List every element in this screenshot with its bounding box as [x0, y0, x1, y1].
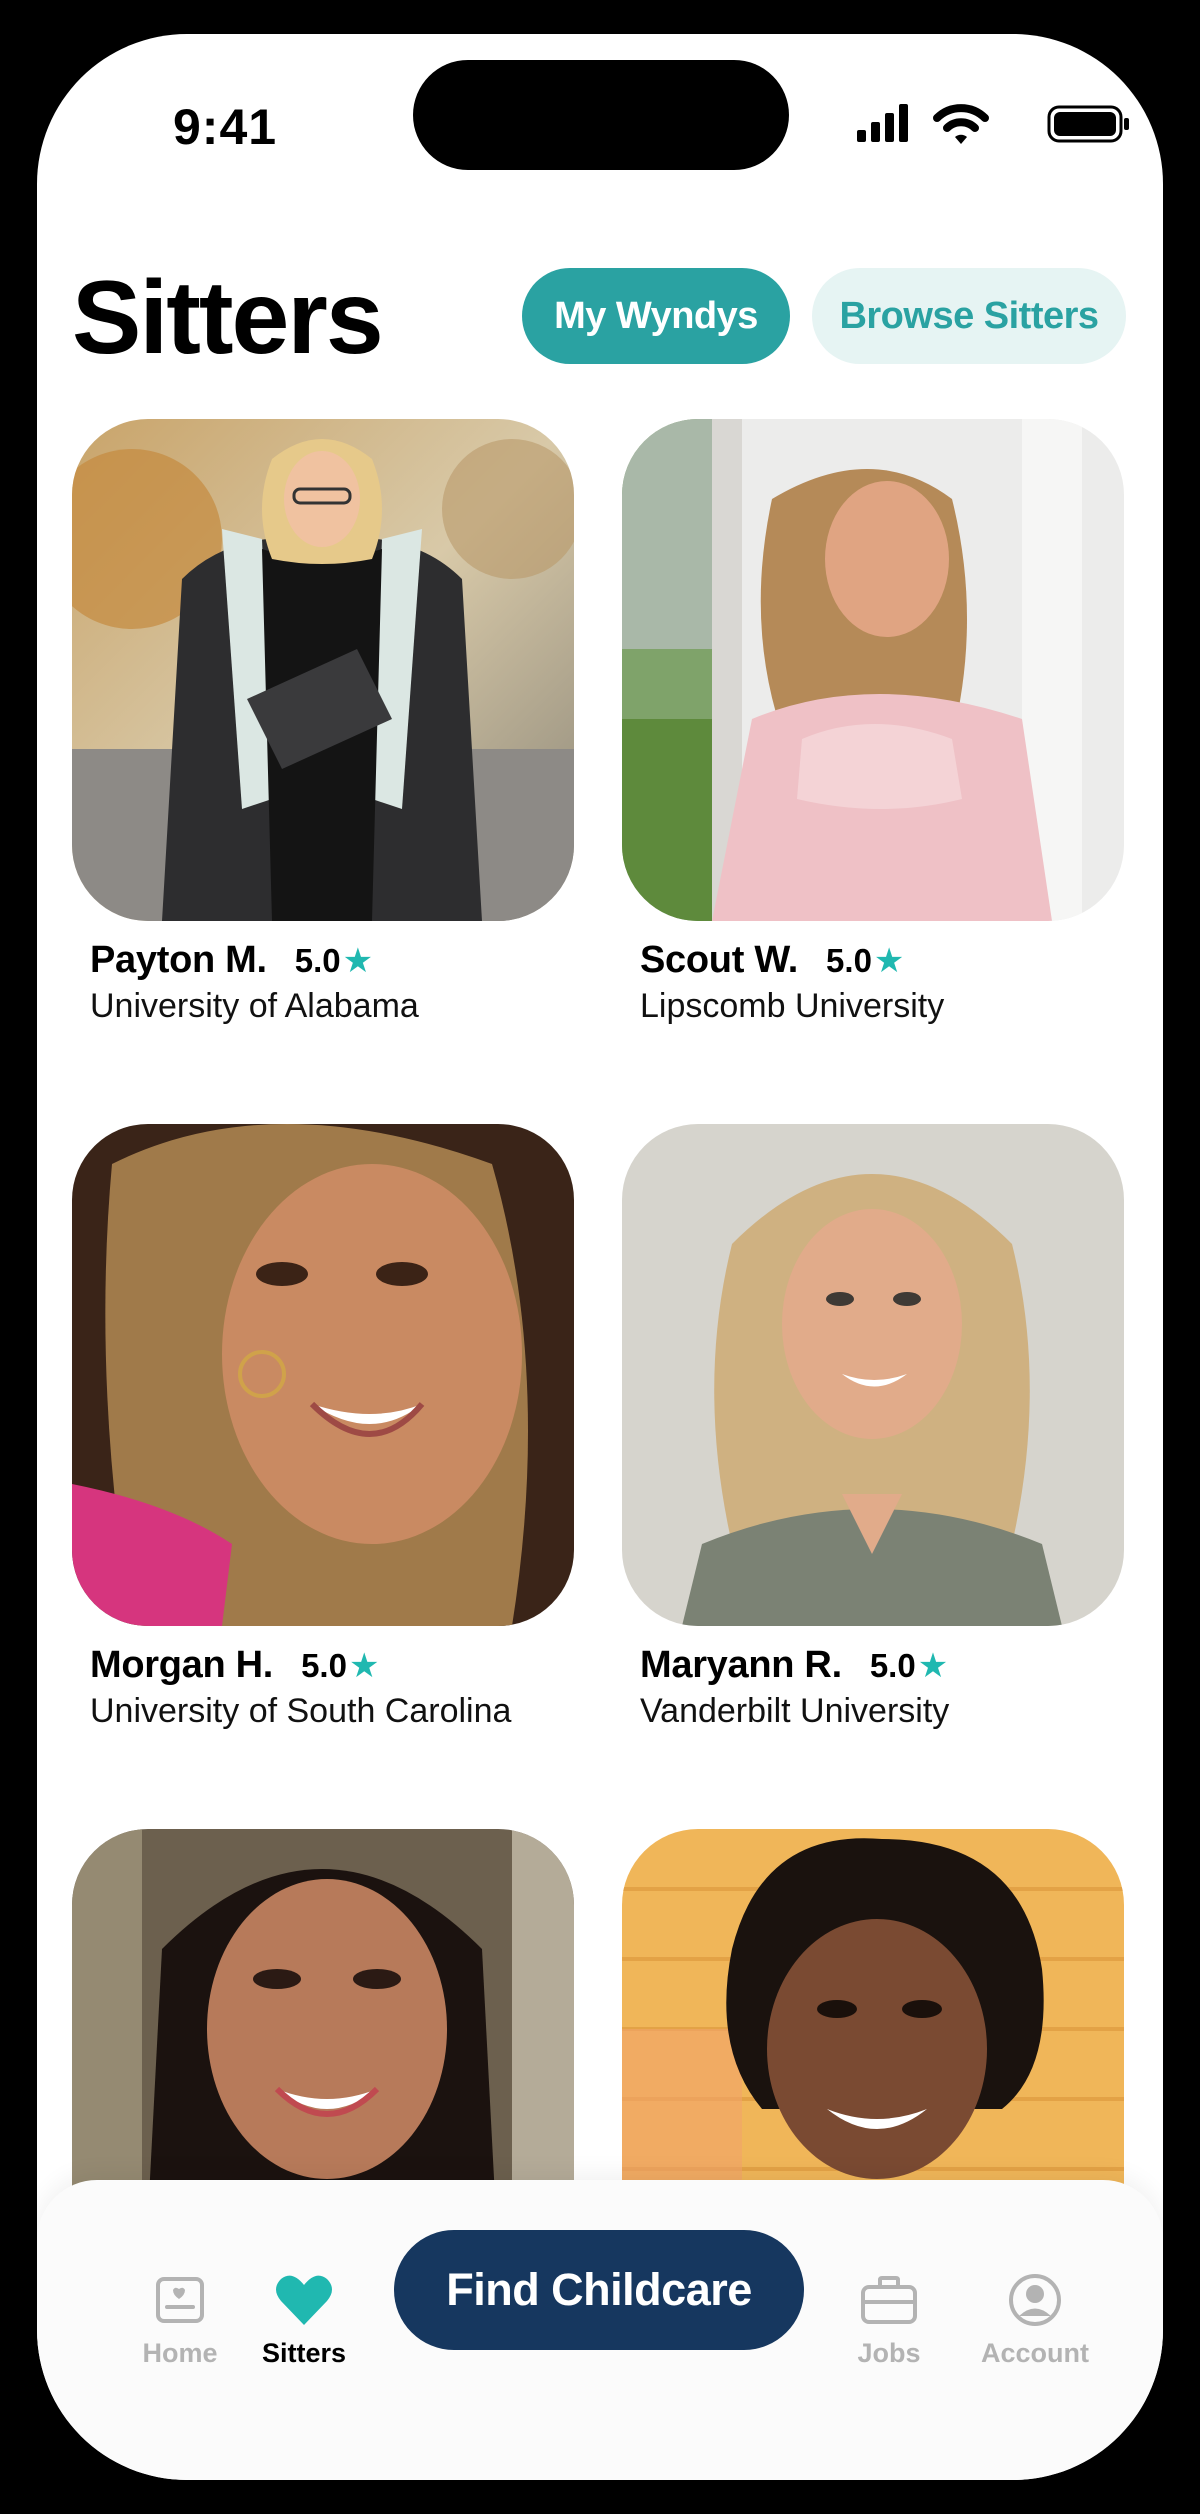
- sitter-rating: 5.0: [301, 1647, 347, 1684]
- sitter-name: Payton M.: [90, 939, 267, 981]
- battery-icon: [1047, 105, 1129, 143]
- sitter-card[interactable]: Payton M. 5.0 ★ University of Alabama: [72, 419, 574, 1025]
- tab-sitters[interactable]: Sitters: [229, 2270, 379, 2369]
- sitter-name-row: Scout W. 5.0 ★: [640, 939, 904, 982]
- sitter-school: University of South Carolina: [90, 1692, 512, 1730]
- sitter-card[interactable]: Morgan H. 5.0 ★ University of South Caro…: [72, 1124, 574, 1730]
- tab-my-wyndys[interactable]: My Wyndys: [522, 268, 790, 364]
- sitter-name: Maryann R.: [640, 1644, 842, 1686]
- wifi-icon: [933, 104, 989, 144]
- sitter-name-row: Payton M. 5.0 ★: [90, 939, 373, 982]
- bottom-tab-bar: Home Sitters Find Childcare Jobs Account: [37, 2180, 1163, 2480]
- status-time: 9:41: [173, 99, 278, 155]
- sitter-photo: [622, 1124, 1124, 1626]
- sitter-name-row: Morgan H. 5.0 ★: [90, 1644, 379, 1687]
- sitter-school: Vanderbilt University: [640, 1692, 950, 1730]
- sitter-name: Morgan H.: [90, 1644, 274, 1686]
- dynamic-island: [413, 60, 789, 170]
- heart-icon: [229, 2270, 379, 2330]
- sitter-rating: 5.0: [294, 942, 341, 979]
- tab-jobs[interactable]: Jobs: [814, 2270, 964, 2369]
- sitter-card[interactable]: Maryann R. 5.0 ★ Vanderbilt University: [622, 1124, 1124, 1730]
- find-childcare-button[interactable]: Find Childcare: [394, 2230, 804, 2350]
- sitter-name-row: Maryann R. 5.0 ★: [640, 1644, 948, 1687]
- briefcase-icon: [814, 2270, 964, 2330]
- tab-account[interactable]: Account: [960, 2270, 1110, 2369]
- tab-label: Account: [981, 2338, 1089, 2368]
- tab-label: Sitters: [261, 2338, 347, 2368]
- phone-screen: 9:41 Sitters My Wyndys Browse Sitters Pa…: [37, 34, 1163, 2480]
- tab-label: Jobs: [857, 2338, 921, 2368]
- star-icon: ★: [873, 942, 905, 980]
- star-icon: ★: [342, 942, 374, 980]
- sitter-card[interactable]: Scout W. 5.0 ★ Lipscomb University: [622, 419, 1124, 1025]
- sitter-name: Scout W.: [640, 939, 799, 981]
- sitter-school: Lipscomb University: [640, 987, 945, 1025]
- sitter-photo: [72, 1124, 574, 1626]
- tab-browse-sitters[interactable]: Browse Sitters: [812, 268, 1126, 364]
- star-icon: ★: [348, 1647, 380, 1685]
- sitter-rating: 5.0: [869, 1647, 916, 1684]
- page-title: Sitters: [72, 260, 384, 376]
- sitter-photo: [72, 419, 574, 921]
- sitter-rating: 5.0: [826, 942, 872, 979]
- star-icon: ★: [917, 1647, 949, 1685]
- cellular-signal-icon: [857, 104, 908, 142]
- sitter-photo: [622, 419, 1124, 921]
- sitter-school: University of Alabama: [90, 987, 419, 1025]
- account-icon: [960, 2270, 1110, 2330]
